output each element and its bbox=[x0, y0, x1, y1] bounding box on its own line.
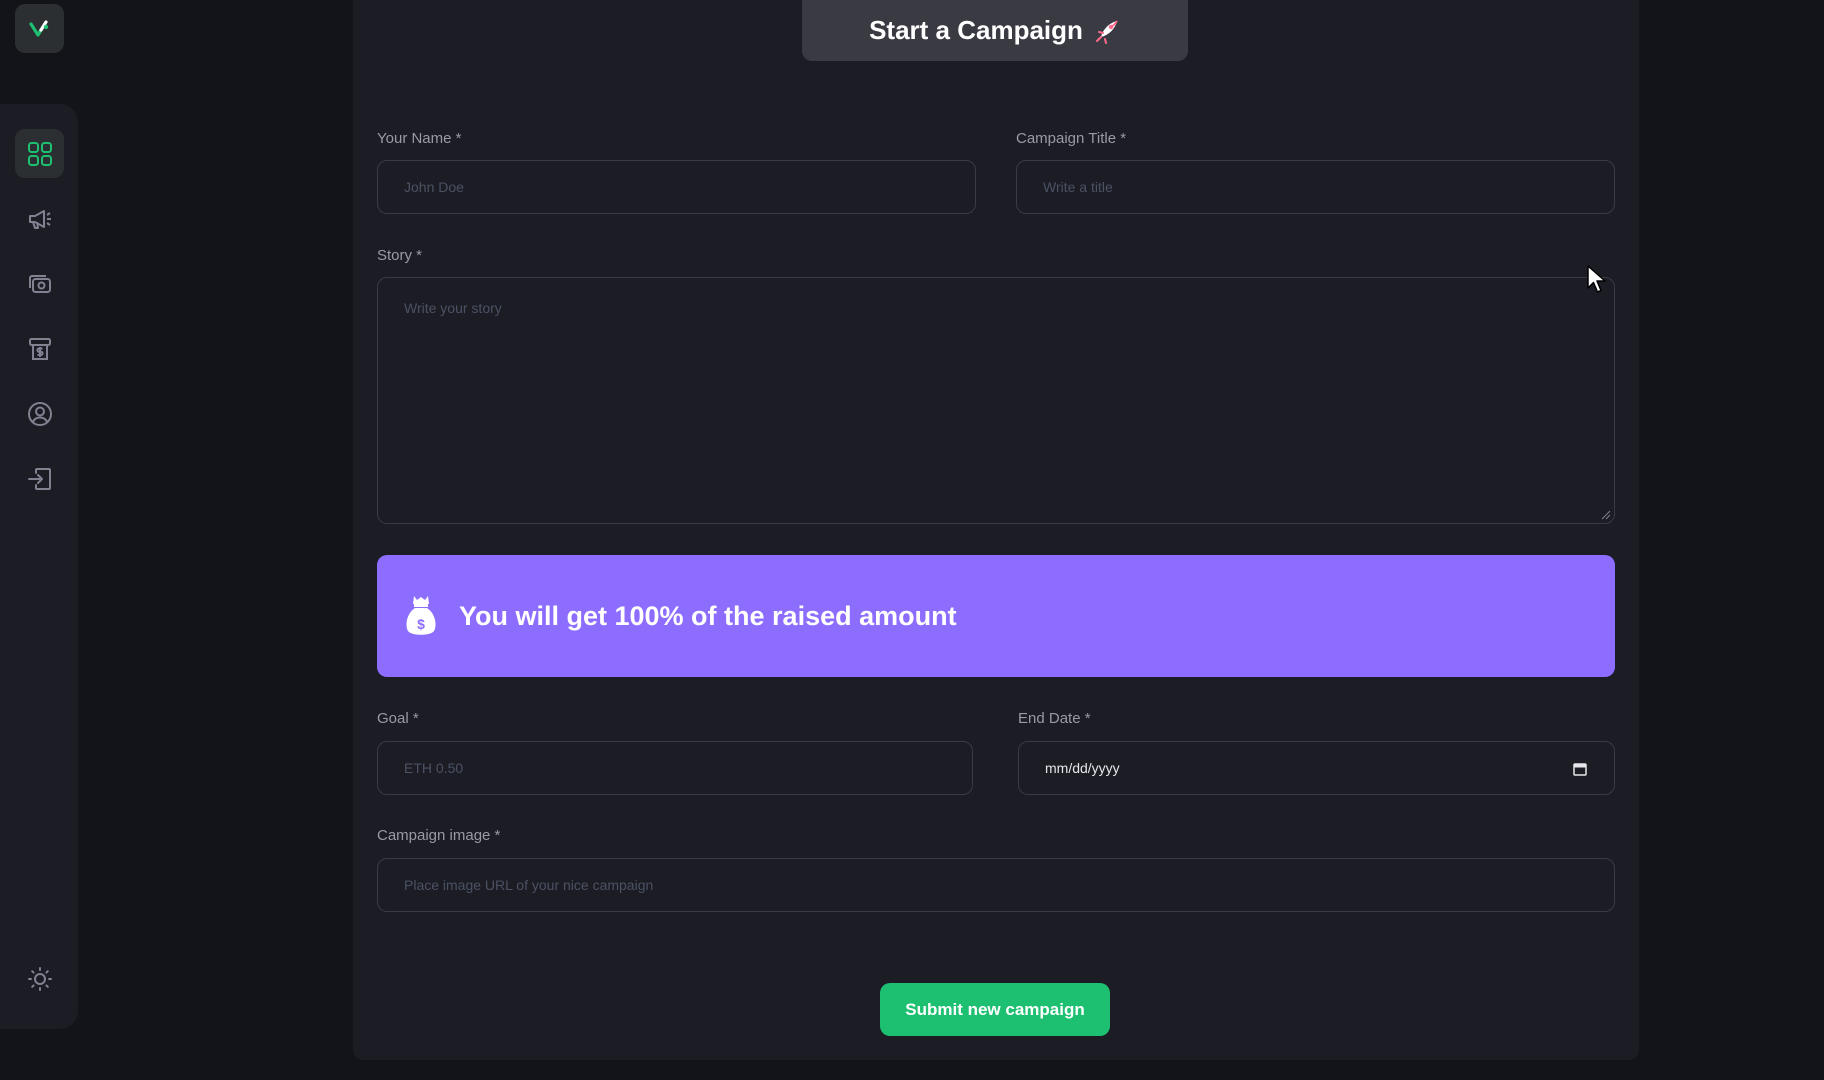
story-textarea[interactable]: Write your story bbox=[377, 277, 1615, 524]
sidebar bbox=[0, 104, 78, 1029]
name-input[interactable]: John Doe bbox=[377, 160, 976, 214]
end-date-value: mm/dd/yyyy bbox=[1045, 760, 1120, 776]
goal-input[interactable]: ETH 0.50 bbox=[377, 741, 973, 795]
banner-text: You will get 100% of the raised amount bbox=[459, 600, 957, 631]
sidebar-item-payment[interactable] bbox=[15, 259, 64, 308]
withdraw-icon bbox=[28, 337, 51, 360]
rocket-icon bbox=[1095, 19, 1118, 44]
app-root: Start a Campaign Your Name * John Doe Ca… bbox=[0, 0, 1824, 1080]
campaign-image-label: Campaign image * bbox=[377, 827, 501, 844]
logout-icon bbox=[27, 467, 51, 490]
campaign-image-placeholder: Place image URL of your nice campaign bbox=[404, 877, 654, 893]
logo-icon bbox=[28, 19, 48, 37]
sidebar-item-logout[interactable] bbox=[15, 454, 64, 503]
goal-placeholder: ETH 0.50 bbox=[404, 760, 464, 776]
sidebar-item-campaign[interactable] bbox=[15, 194, 64, 243]
sidebar-item-withdraw[interactable] bbox=[15, 324, 64, 373]
name-placeholder: John Doe bbox=[404, 179, 464, 195]
end-date-label: End Date * bbox=[1018, 710, 1091, 727]
submit-campaign-button[interactable]: Submit new campaign bbox=[880, 983, 1110, 1036]
profile-icon bbox=[27, 401, 52, 426]
svg-text:$: $ bbox=[417, 616, 425, 632]
mouse-cursor-icon bbox=[1587, 265, 1606, 293]
sidebar-item-profile[interactable] bbox=[15, 389, 64, 438]
logo-button[interactable] bbox=[15, 4, 64, 53]
sidebar-item-dashboard[interactable] bbox=[15, 129, 64, 178]
sun-icon bbox=[27, 966, 52, 991]
page-header: Start a Campaign bbox=[802, 0, 1188, 61]
create-campaign-panel: Start a Campaign Your Name * John Doe Ca… bbox=[353, 0, 1639, 1060]
campaign-title-placeholder: Write a title bbox=[1043, 179, 1113, 195]
megaphone-icon bbox=[28, 209, 51, 229]
campaign-image-input[interactable]: Place image URL of your nice campaign bbox=[377, 858, 1615, 912]
page-title: Start a Campaign bbox=[869, 15, 1083, 45]
resize-grip-icon[interactable] bbox=[1601, 510, 1611, 520]
money-bag-icon: $ bbox=[406, 596, 436, 635]
name-label: Your Name * bbox=[377, 130, 462, 147]
campaign-title-label: Campaign Title * bbox=[1016, 130, 1127, 147]
calendar-icon[interactable] bbox=[1572, 761, 1588, 777]
payment-icon bbox=[28, 274, 51, 293]
info-banner: $ You will get 100% of the raised amount bbox=[377, 555, 1615, 677]
end-date-input[interactable]: mm/dd/yyyy bbox=[1018, 741, 1615, 795]
story-label: Story * bbox=[377, 247, 423, 264]
theme-toggle[interactable] bbox=[15, 954, 64, 1003]
dashboard-grid-icon bbox=[27, 141, 52, 166]
goal-label: Goal * bbox=[377, 710, 419, 727]
story-placeholder: Write your story bbox=[404, 300, 502, 316]
campaign-title-input[interactable]: Write a title bbox=[1016, 160, 1615, 214]
